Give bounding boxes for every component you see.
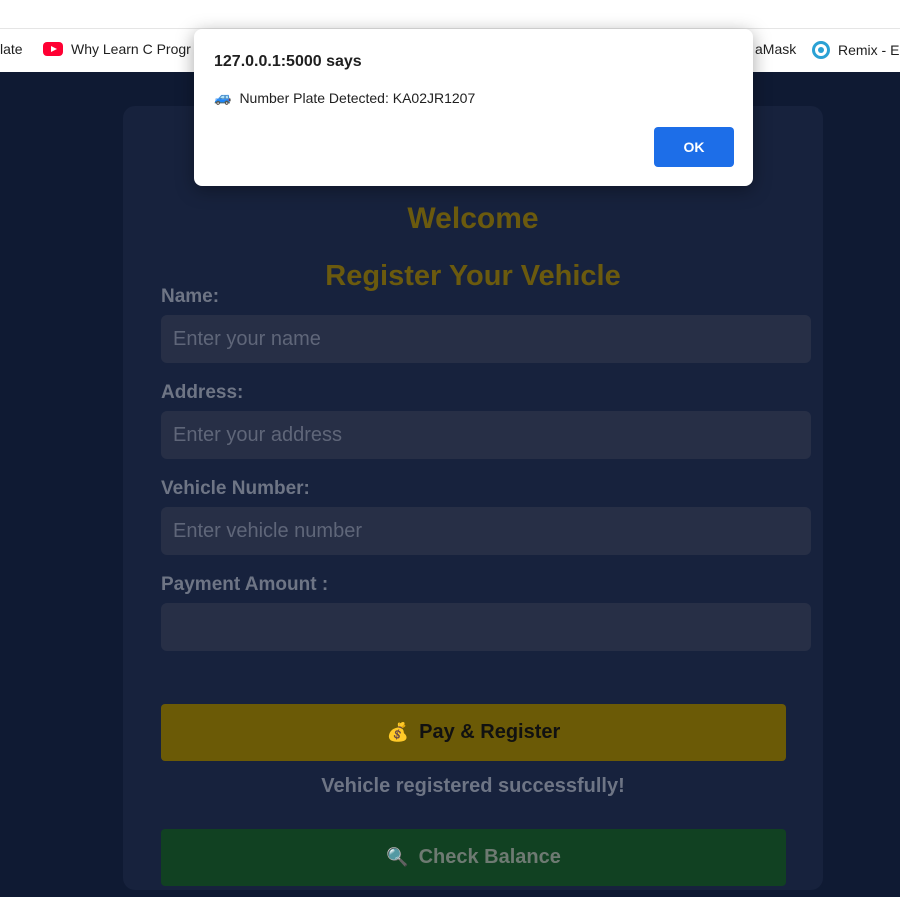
car-icon: 🚙: [214, 89, 232, 105]
alert-dialog: 127.0.0.1:5000 says 🚙 Number Plate Detec…: [194, 29, 753, 186]
dialog-message-text: Number Plate Detected: KA02JR1207: [239, 89, 476, 106]
dialog-message: 🚙 Number Plate Detected: KA02JR1207: [214, 89, 475, 106]
ok-button[interactable]: OK: [654, 127, 734, 167]
dialog-title: 127.0.0.1:5000 says: [214, 53, 362, 70]
